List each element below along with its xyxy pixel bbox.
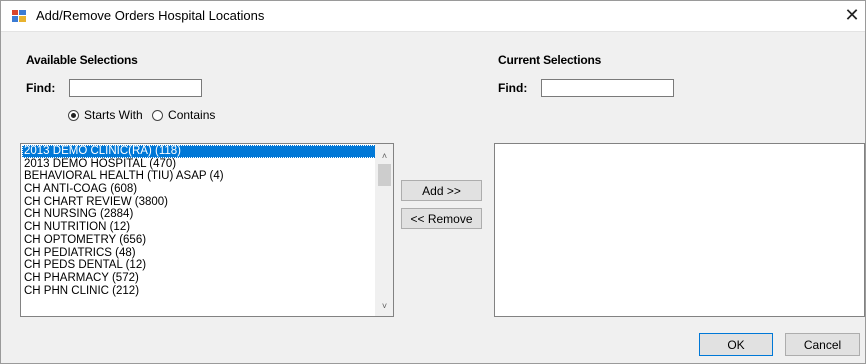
available-list-item[interactable]: CH PHARMACY (572)	[22, 272, 376, 285]
app-icon	[12, 10, 26, 22]
available-list-item[interactable]: CH CHART REVIEW (3800)	[22, 196, 376, 209]
ok-button[interactable]: OK	[699, 333, 773, 356]
available-find-input[interactable]	[69, 79, 202, 97]
available-find-label: Find:	[26, 81, 56, 95]
title-bar: Add/Remove Orders Hospital Locations ✕	[1, 1, 865, 32]
available-list-item[interactable]: 2013 DEMO CLINIC(RA) (118)	[22, 145, 376, 158]
current-find-label: Find:	[498, 81, 528, 95]
available-list[interactable]: 2013 DEMO CLINIC(RA) (118) 2013 DEMO HOSP…	[20, 143, 394, 317]
available-list-item[interactable]: CH PEDIATRICS (48)	[22, 247, 376, 260]
available-list-item[interactable]: 2013 DEMO HOSPITAL (470)	[22, 158, 376, 171]
scroll-up-icon[interactable]: ˄	[376, 148, 393, 165]
available-list-item[interactable]: CH NURSING (2884)	[22, 208, 376, 221]
window-title: Add/Remove Orders Hospital Locations	[36, 8, 265, 23]
contains-label: Contains	[168, 108, 216, 122]
remove-button[interactable]: << Remove	[401, 208, 482, 229]
available-list-item[interactable]: CH PEDS DENTAL (12)	[22, 259, 376, 272]
close-icon[interactable]: ✕	[839, 5, 865, 27]
available-list-items: 2013 DEMO CLINIC(RA) (118) 2013 DEMO HOSP…	[22, 145, 376, 297]
available-selections-heading: Available Selections	[26, 53, 138, 67]
current-selections-heading: Current Selections	[498, 53, 602, 67]
starts-with-radio[interactable]: Starts With	[68, 108, 143, 122]
available-list-item[interactable]: CH PHN CLINIC (212)	[22, 285, 376, 298]
available-list-item[interactable]: CH NUTRITION (12)	[22, 221, 376, 234]
scroll-down-icon[interactable]: ˅	[376, 298, 393, 315]
current-find-input[interactable]	[541, 79, 674, 97]
add-button[interactable]: Add >>	[401, 180, 482, 201]
radio-unchecked-icon	[152, 110, 164, 121]
radio-checked-icon	[68, 110, 79, 121]
available-list-item[interactable]: CH ANTI-COAG (608)	[22, 183, 376, 196]
dialog-window: Add/Remove Orders Hospital Locations ✕ A…	[0, 0, 866, 364]
cancel-button[interactable]: Cancel	[785, 333, 860, 356]
available-list-item[interactable]: BEHAVIORAL HEALTH (TIU) ASAP (4)	[22, 170, 376, 183]
contains-radio[interactable]: Contains	[152, 108, 215, 122]
available-list-item[interactable]: CH OPTOMETRY (656)	[22, 234, 376, 247]
starts-with-label: Starts With	[84, 108, 143, 122]
current-list[interactable]	[494, 143, 865, 317]
match-mode-radio-group: Starts With Contains	[68, 108, 221, 122]
scroll-thumb[interactable]	[378, 164, 391, 186]
available-list-scrollbar[interactable]: ˄ ˅	[375, 144, 393, 316]
